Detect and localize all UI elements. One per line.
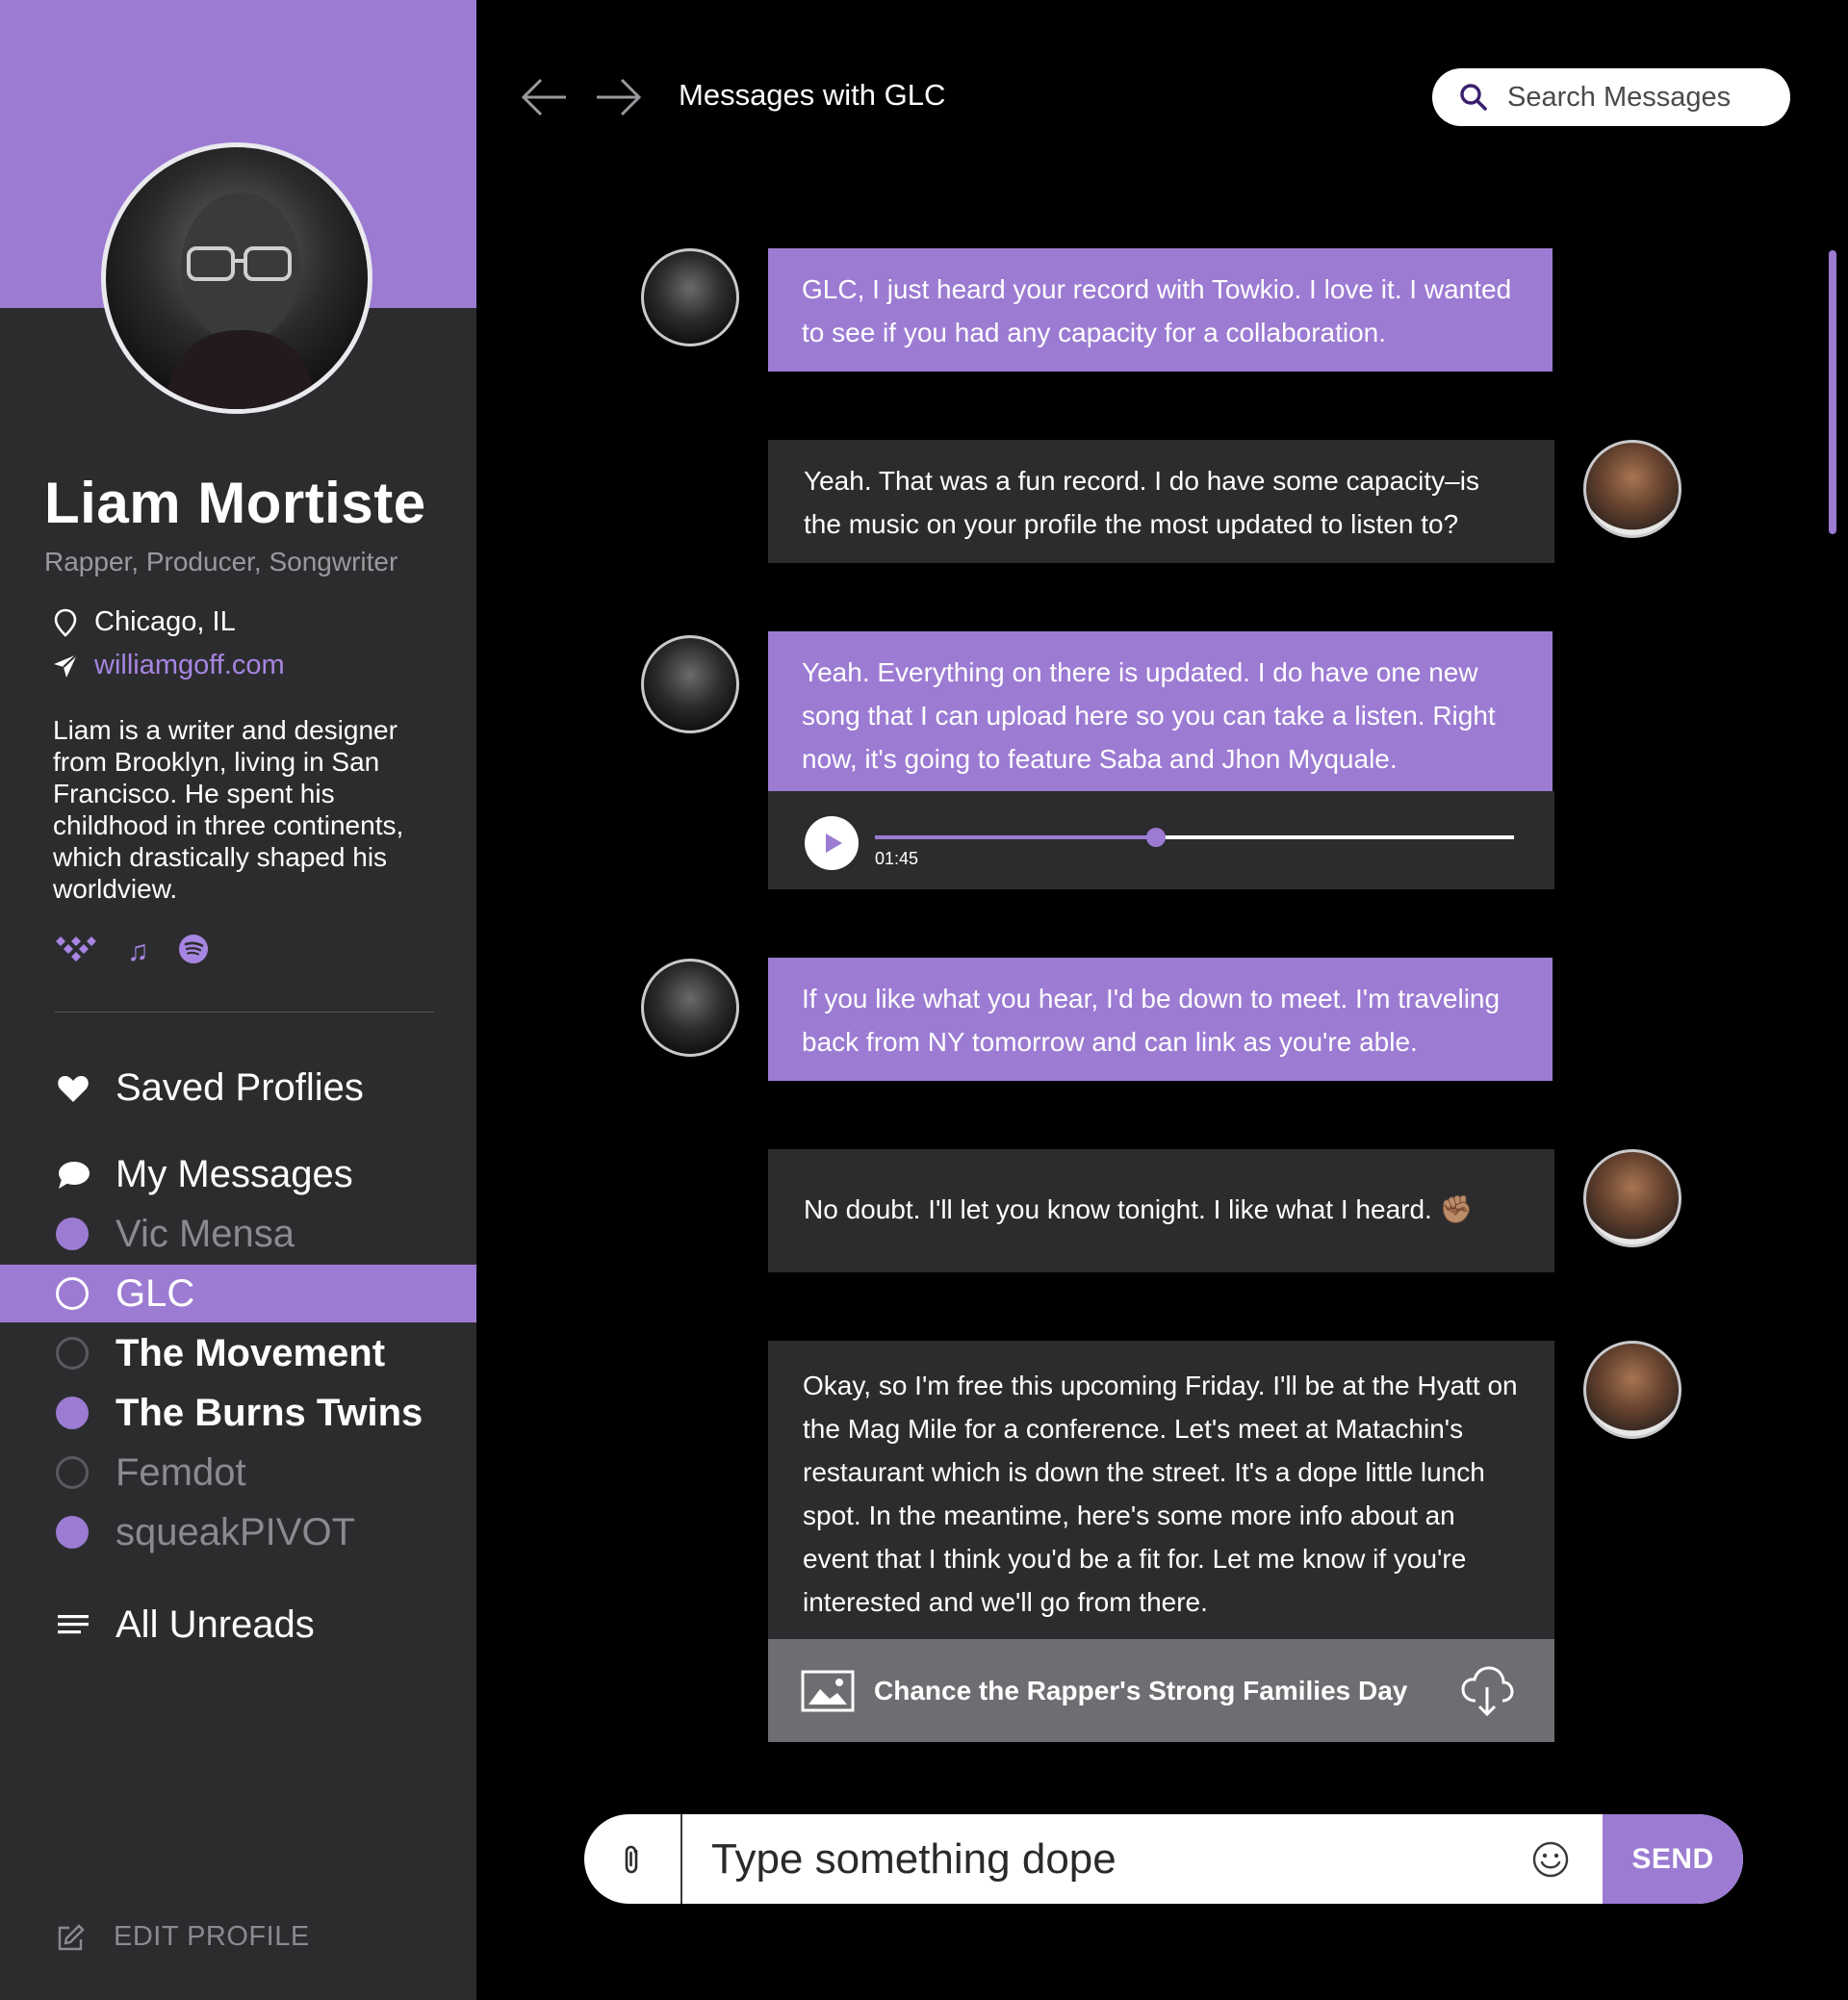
- sidebar-divider: [55, 1012, 434, 1013]
- message-bubble-outgoing: Yeah. Everything on there is updated. I …: [768, 631, 1553, 791]
- avatar: [641, 635, 739, 733]
- avatar: [1583, 1341, 1681, 1439]
- conversation-name: The Movement: [116, 1331, 386, 1374]
- send-button[interactable]: SEND: [1603, 1814, 1743, 1904]
- message-bubble-outgoing: If you like what you hear, I'd be down t…: [768, 958, 1553, 1081]
- conversation-name: The Burns Twins: [116, 1391, 424, 1434]
- conversation-vic-mensa[interactable]: Vic Mensa: [0, 1205, 476, 1263]
- unread-indicator: [56, 1516, 89, 1549]
- nav-saved-profiles-label: Saved Proflies: [116, 1066, 364, 1109]
- scrollbar-thumb[interactable]: [1829, 250, 1836, 534]
- search-icon: [1460, 84, 1487, 111]
- website-link[interactable]: williamgoff.com: [94, 650, 285, 681]
- conversation-glc[interactable]: GLC: [0, 1265, 476, 1322]
- audio-progress-fill: [875, 835, 1157, 839]
- conversation-name: squeakPIVOT: [116, 1510, 356, 1553]
- search-box[interactable]: [1432, 68, 1790, 126]
- nav-saved-profiles[interactable]: Saved Proflies: [56, 1066, 364, 1110]
- spotify-icon[interactable]: [178, 934, 209, 970]
- profile-role: Rapper, Producer, Songwriter: [44, 547, 398, 577]
- location-text: Chicago, IL: [94, 606, 236, 637]
- audio-player: 01:45: [768, 791, 1554, 889]
- play-button[interactable]: [805, 816, 859, 870]
- read-indicator: [56, 1277, 89, 1310]
- conversation-the-movement[interactable]: The Movement: [0, 1324, 476, 1382]
- avatar: [641, 248, 739, 346]
- conversation-the-burns-twins[interactable]: The Burns Twins: [0, 1384, 476, 1442]
- avatar: [1583, 1149, 1681, 1247]
- nav-all-unreads[interactable]: All Unreads: [56, 1603, 315, 1647]
- audio-progress-knob[interactable]: [1146, 828, 1167, 847]
- profile-location: Chicago, IL: [52, 606, 236, 638]
- read-indicator: [56, 1456, 89, 1489]
- history-navigation: [520, 75, 643, 119]
- image-icon: [801, 1670, 855, 1711]
- message-bubble-incoming: Yeah. That was a fun record. I do have s…: [768, 440, 1554, 563]
- chat-bubble-icon: [59, 1161, 90, 1189]
- play-icon: [826, 833, 842, 853]
- profile-sidebar: Liam Mortiste Rapper, Producer, Songwrit…: [0, 0, 476, 2000]
- conversation-name: Vic Mensa: [116, 1212, 295, 1255]
- profile-website[interactable]: williamgoff.com: [52, 650, 285, 681]
- cloud-download-icon[interactable]: [1458, 1662, 1516, 1720]
- social-links: ♫: [54, 934, 209, 970]
- profile-avatar[interactable]: [101, 142, 372, 414]
- forward-arrow-icon[interactable]: [595, 75, 643, 119]
- search-input[interactable]: [1505, 80, 1759, 115]
- avatar: [1583, 440, 1681, 538]
- message-composer: SEND: [584, 1814, 1743, 1904]
- attach-file-button[interactable]: [584, 1814, 682, 1904]
- edit-pencil-icon: [58, 1923, 85, 1950]
- attachment-card[interactable]: Chance the Rapper's Strong Families Day: [768, 1639, 1554, 1742]
- conversation-name: Femdot: [116, 1450, 246, 1494]
- edit-profile-button[interactable]: EDIT PROFILE: [56, 1921, 310, 1953]
- message-bubble-incoming: No doubt. I'll let you know tonight. I l…: [768, 1149, 1554, 1272]
- profile-bio: Liam is a writer and designer from Brook…: [53, 715, 404, 904]
- message-input[interactable]: [682, 1814, 1531, 1904]
- conversation-femdot[interactable]: Femdot: [0, 1444, 476, 1501]
- send-arrow-icon: [54, 653, 78, 678]
- back-arrow-icon[interactable]: [520, 75, 568, 119]
- conversation-squeakpivot[interactable]: squeakPIVOT: [0, 1503, 476, 1561]
- apple-music-icon[interactable]: ♫: [127, 937, 149, 966]
- attachment-title: Chance the Rapper's Strong Families Day: [874, 1675, 1408, 1705]
- edit-profile-label: EDIT PROFILE: [114, 1921, 310, 1952]
- profile-name: Liam Mortiste: [44, 471, 426, 535]
- read-indicator: [56, 1337, 89, 1370]
- nav-my-messages[interactable]: My Messages: [56, 1153, 353, 1196]
- tidal-icon[interactable]: [54, 935, 98, 969]
- audio-progress-track[interactable]: [875, 828, 1514, 847]
- unread-indicator: [56, 1218, 89, 1250]
- list-lines-icon: [58, 1614, 89, 1633]
- conversation-name: GLC: [116, 1271, 195, 1315]
- message-bubble-incoming: Okay, so I'm free this upcoming Friday. …: [768, 1341, 1554, 1639]
- unread-indicator: [56, 1397, 89, 1429]
- location-pin-icon: [54, 608, 77, 637]
- emoji-icon[interactable]: [1531, 1840, 1570, 1879]
- nav-my-messages-label: My Messages: [116, 1153, 353, 1195]
- heart-icon: [58, 1075, 89, 1102]
- avatar: [641, 959, 739, 1057]
- message-bubble-outgoing: GLC, I just heard your record with Towki…: [768, 248, 1553, 372]
- paperclip-icon: [625, 1845, 638, 1873]
- nav-all-unreads-label: All Unreads: [116, 1603, 315, 1646]
- audio-time: 01:45: [875, 849, 919, 868]
- page-title: Messages with GLC: [679, 78, 946, 112]
